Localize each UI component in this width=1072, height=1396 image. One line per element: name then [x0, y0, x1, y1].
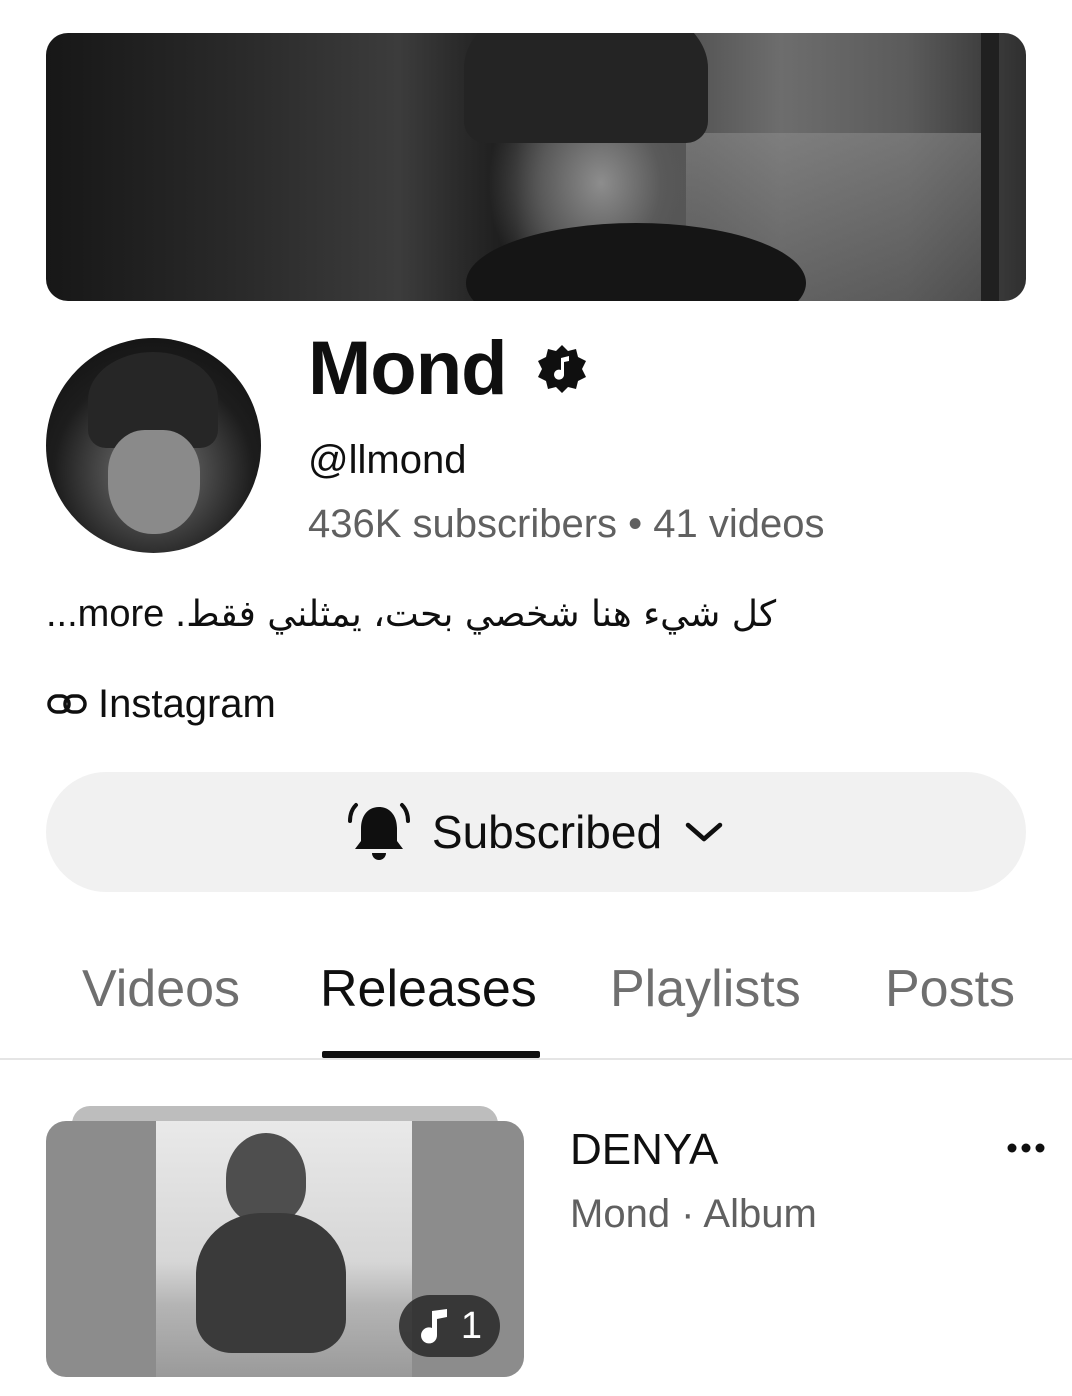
release-meta: Mond · Album [570, 1192, 817, 1236]
chevron-down-icon [685, 822, 723, 842]
track-count: 1 [460, 1304, 482, 1347]
music-note-badge-icon [538, 345, 586, 393]
channel-avatar[interactable] [46, 338, 261, 553]
link-label: Instagram [98, 682, 276, 726]
tab-releases[interactable]: Releases [320, 958, 537, 1020]
tab-videos[interactable]: Videos [82, 958, 240, 1020]
release-title[interactable]: DENYA [570, 1124, 718, 1176]
channel-handle: @llmond [308, 438, 467, 482]
channel-banner [46, 33, 1026, 301]
channel-tabs: Videos Releases Playlists Posts [0, 930, 1072, 1060]
release-thumbnail[interactable]: 1 [46, 1121, 524, 1377]
track-count-badge: 1 [398, 1295, 500, 1357]
link-icon [47, 694, 87, 714]
active-tab-indicator [322, 1051, 540, 1058]
channel-description[interactable]: ...more كل شيء هنا شخصي بحت، يمثلني فقط. [46, 588, 776, 641]
description-more-link[interactable]: ...more [46, 593, 164, 635]
subscribed-button[interactable]: Subscribed [46, 772, 1026, 892]
description-text: كل شيء هنا شخصي بحت، يمثلني فقط. [174, 594, 777, 635]
channel-link[interactable]: Instagram [46, 680, 276, 728]
channel-stats: 436K subscribers • 41 videos [308, 502, 825, 546]
music-note-icon [420, 1309, 447, 1344]
subscribed-label: Subscribed [431, 806, 663, 858]
bell-ringing-icon [347, 803, 410, 860]
channel-name: Mond [308, 326, 508, 411]
tab-playlists[interactable]: Playlists [610, 958, 801, 1020]
more-horizontal-icon[interactable] [1004, 1140, 1048, 1156]
tab-posts[interactable]: Posts [885, 958, 1015, 1020]
